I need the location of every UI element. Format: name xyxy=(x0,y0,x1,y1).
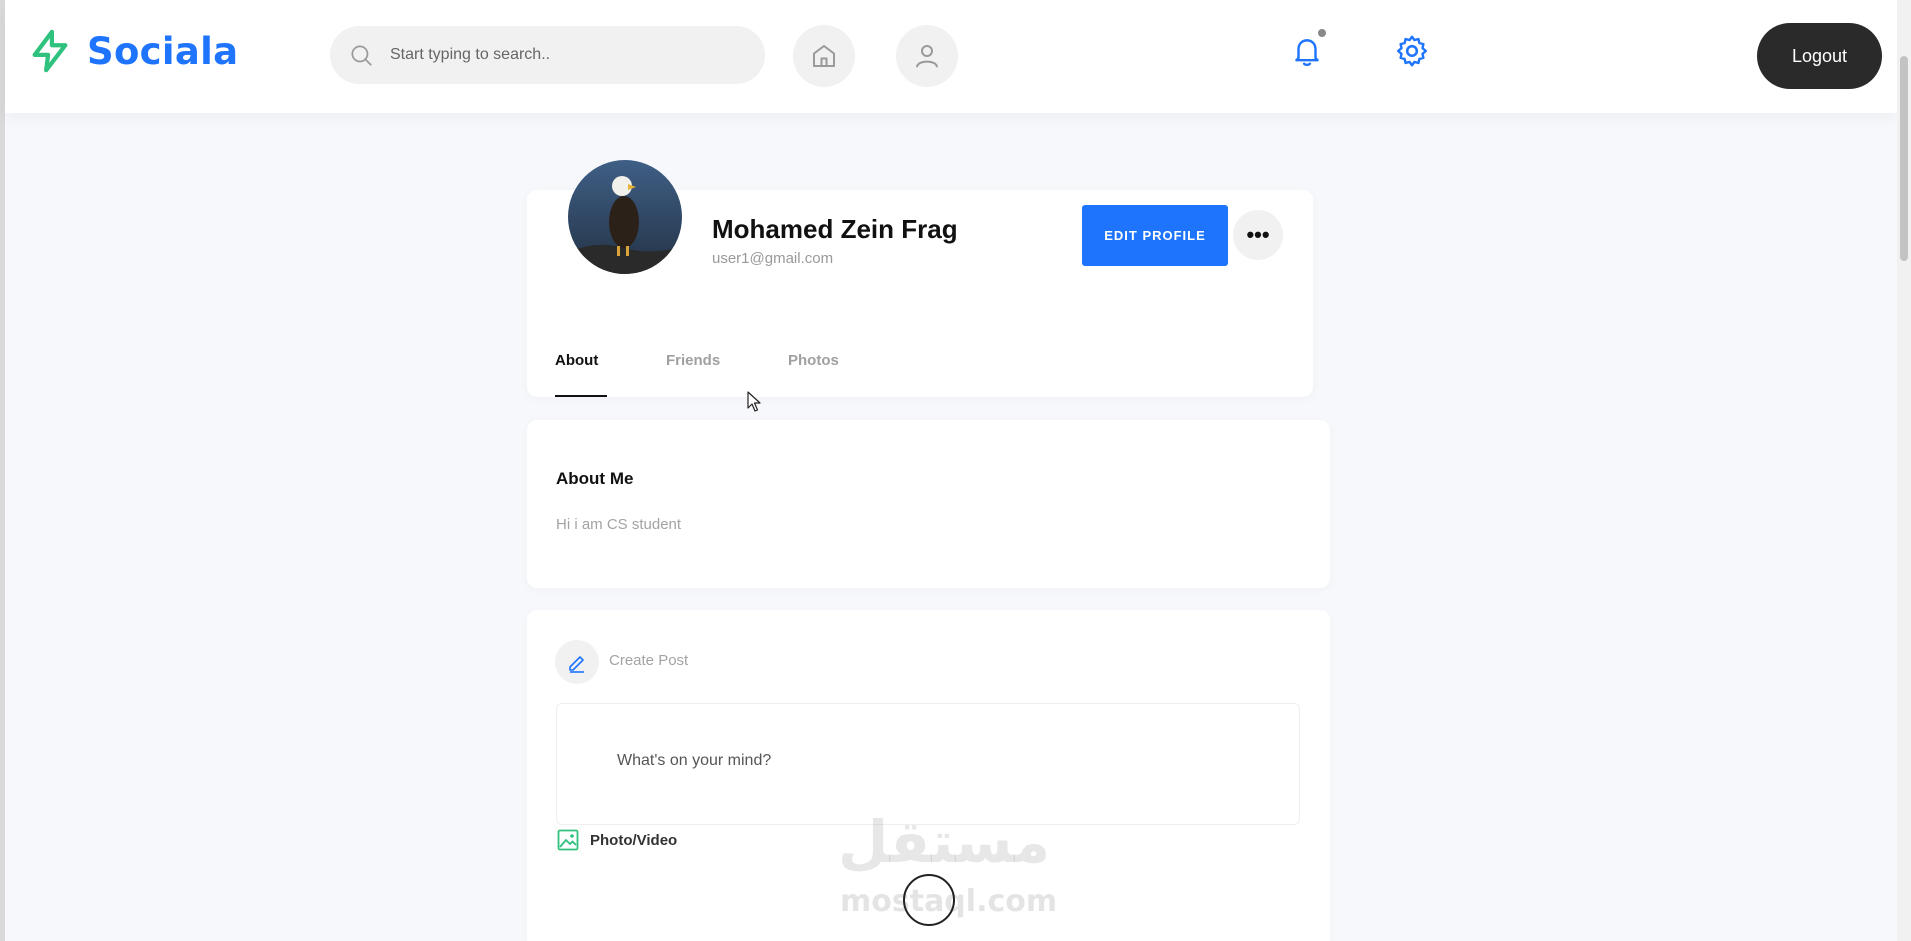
cursor-highlight xyxy=(903,874,955,926)
about-title: About Me xyxy=(556,469,634,488)
profile-name: Mohamed Zein Frag xyxy=(712,214,958,244)
image-icon xyxy=(557,829,579,851)
profile-button[interactable] xyxy=(896,25,958,87)
tab-friends[interactable]: Friends xyxy=(666,352,720,369)
about-card xyxy=(527,420,1330,588)
avatar[interactable] xyxy=(568,160,682,274)
notifications-button[interactable] xyxy=(1288,31,1326,71)
watermark-arabic: مستقل xyxy=(838,808,1051,876)
post-text-input[interactable] xyxy=(617,752,1217,780)
scrollbar[interactable] xyxy=(1897,0,1911,941)
user-icon xyxy=(916,45,938,68)
more-options-button[interactable]: ••• xyxy=(1233,210,1283,260)
photo-video-label: Photo/Video xyxy=(590,831,678,849)
profile-email: user1@gmail.com xyxy=(712,250,834,267)
lightning-bolt-icon xyxy=(32,29,68,73)
search-bar[interactable] xyxy=(330,26,765,84)
home-button[interactable] xyxy=(793,25,855,87)
search-icon xyxy=(351,45,372,66)
tab-about[interactable]: About xyxy=(555,352,598,369)
tab-photos[interactable]: Photos xyxy=(788,352,839,369)
about-text: Hi i am CS student xyxy=(556,516,682,533)
notification-dot xyxy=(1318,29,1326,37)
pencil-icon xyxy=(569,656,584,673)
search-input[interactable] xyxy=(388,45,732,65)
home-icon xyxy=(813,45,835,67)
create-post-title: Create Post xyxy=(609,652,689,669)
photo-video-button[interactable]: Photo/Video xyxy=(556,828,677,852)
create-post-icon-button[interactable] xyxy=(555,640,599,684)
top-navbar: Sociala Logout xyxy=(5,0,1897,113)
post-composer[interactable] xyxy=(556,703,1300,825)
bell-icon xyxy=(1295,39,1319,67)
logout-button[interactable]: Logout xyxy=(1757,23,1882,89)
edit-profile-button[interactable]: EDIT PROFILE xyxy=(1082,205,1228,266)
mouse-pointer-icon xyxy=(747,391,761,412)
scrollbar-thumb[interactable] xyxy=(1900,56,1908,261)
brand-logo[interactable]: Sociala xyxy=(27,28,238,74)
settings-button[interactable] xyxy=(1393,32,1431,70)
more-dots-icon: ••• xyxy=(1246,222,1270,247)
gear-icon xyxy=(1397,35,1427,67)
eagle-photo xyxy=(568,160,682,274)
active-tab-indicator xyxy=(555,395,607,397)
brand-name: Sociala xyxy=(87,29,239,73)
window-frame xyxy=(0,0,5,941)
